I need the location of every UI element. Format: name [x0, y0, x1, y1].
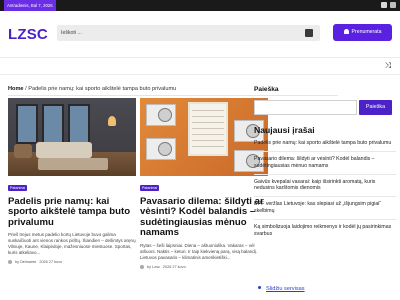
- post-author[interactable]: by Delmante: [15, 260, 36, 264]
- post-image-living-room[interactable]: [8, 98, 136, 176]
- recent-post-link[interactable]: Ką simbolizuoja laidojimo reikmenys ir k…: [254, 224, 396, 242]
- shuffle-icon[interactable]: ⤨: [385, 62, 391, 70]
- divider: [8, 95, 338, 96]
- category-badge[interactable]: Patarimai: [140, 185, 160, 191]
- search-icon[interactable]: [305, 29, 313, 37]
- header-search: [57, 25, 320, 41]
- recent-posts-title: Naujausi įrašai: [254, 125, 315, 135]
- sidebar-search-input[interactable]: [254, 100, 357, 115]
- recent-post-link[interactable]: Pavasario dilema: šildyti ar vėsinti? Ko…: [254, 156, 396, 175]
- post-meta: by Lzsc 2026 27 kovo: [140, 264, 268, 269]
- post-author[interactable]: by Lzsc: [147, 265, 160, 269]
- post-excerpt: Prieš trejus metus padelio kortų Lietuvo…: [8, 232, 136, 256]
- recent-post-link[interactable]: DPF veržlas Lietuvoje: kas slepiasi už „…: [254, 201, 396, 221]
- post-date: 2026 27 kovo: [162, 264, 186, 269]
- top-icons: [381, 2, 396, 8]
- recent-post-link[interactable]: Padelis prie namų: kai sporto aikštelė t…: [254, 140, 396, 153]
- recent-post-link[interactable]: Gaivūs kvepalai vasarai: kaip išsirinkti…: [254, 179, 396, 198]
- post-card: Patarimai Padelis prie namų: kai sporto …: [8, 98, 136, 265]
- sidebar-link[interactable]: Slidžiu servisas: [258, 286, 305, 292]
- sidebar-search-button[interactable]: Paieška: [359, 100, 392, 115]
- sidebar-link-label: Slidžiu servisas: [266, 286, 305, 292]
- date-badge: Antradienis, Bal 7, 2026: [4, 0, 56, 11]
- post-title[interactable]: Pavasario dilema: šildyti ar vėsinti? Ko…: [140, 196, 268, 239]
- category-badge[interactable]: Patarimai: [8, 185, 28, 191]
- sidebar-search-title: Paieška: [254, 86, 279, 93]
- post-card: Patarimai Pavasario dilema: šildyti ar v…: [140, 98, 268, 269]
- breadcrumb: Home / Padelis prie namų: kai sporto aik…: [8, 86, 176, 92]
- top-bar: Antradienis, Bal 7, 2026: [0, 0, 400, 11]
- site-logo[interactable]: LZSC: [8, 26, 48, 43]
- subscribe-label: Prenumerata: [351, 29, 382, 35]
- theme-toggle-icon[interactable]: [381, 2, 387, 8]
- breadcrumb-separator: /: [25, 86, 27, 92]
- author-avatar: [8, 260, 12, 265]
- post-date: 2026 27 kovo: [39, 260, 63, 265]
- recent-posts-list: Padelis prie namų: kai sporto aikštelė t…: [254, 140, 396, 246]
- post-title[interactable]: Padelis prie namų: kai sporto aikštelė t…: [8, 196, 136, 228]
- account-icon[interactable]: [390, 2, 396, 8]
- breadcrumb-current: Padelis prie namų: kai sporto aikštelė t…: [28, 86, 177, 92]
- post-meta: by Delmante 2026 27 kovo: [8, 260, 136, 265]
- site-header: LZSC Prenumerata: [0, 11, 400, 57]
- subscribe-button[interactable]: Prenumerata: [333, 24, 392, 41]
- nav-bar: ⤨: [0, 57, 400, 75]
- bullet-icon: [258, 286, 261, 289]
- author-avatar: [140, 264, 144, 269]
- breadcrumb-home[interactable]: Home: [8, 86, 24, 92]
- post-image-air-conditioners[interactable]: [140, 98, 268, 176]
- header-search-input[interactable]: [61, 25, 301, 41]
- bell-icon: [343, 28, 349, 34]
- post-excerpt: Rytas – šeši laipsniai. Diena – aštuonio…: [140, 242, 258, 260]
